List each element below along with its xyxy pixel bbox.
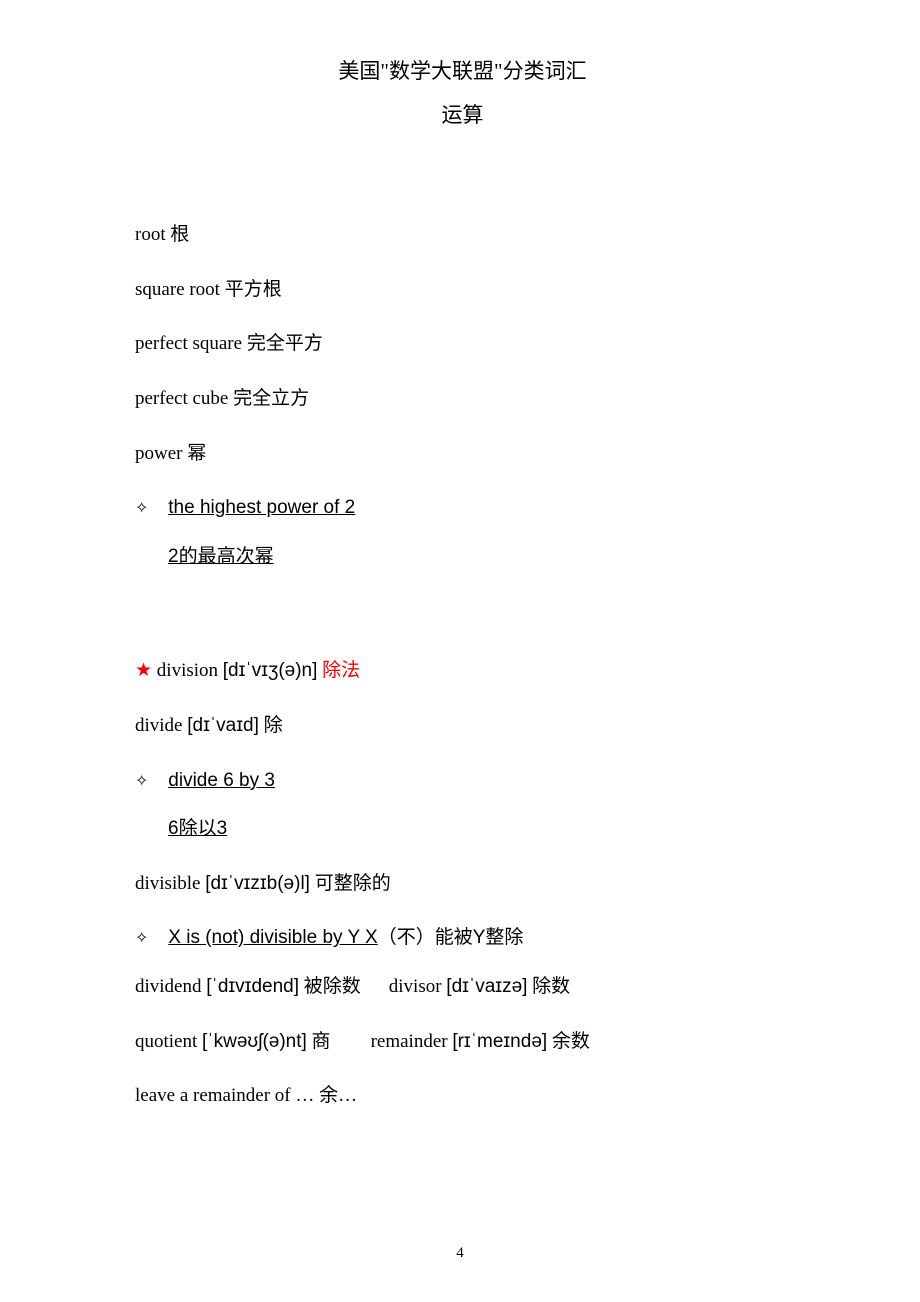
divisor-phonetic: [dɪˈvaɪzə] — [446, 976, 527, 997]
example-highest-power: ✧ the highest power of 2 — [135, 495, 790, 522]
vocab-square-root: square root 平方根 — [135, 277, 790, 304]
example-text-cn: （不）能被Y整除 — [378, 927, 524, 948]
example-translation: 2的最高次幂 — [168, 546, 274, 567]
document-header: 美国"数学大联盟"分类词汇 运算 — [135, 55, 790, 132]
divisor-en: divisor — [389, 976, 447, 997]
term-cn: 完全立方 — [228, 388, 309, 409]
remainder-en: remainder — [371, 1031, 453, 1052]
example-divide-cn: 6除以3 — [135, 816, 790, 843]
term-phonetic: [dɪˈvaɪd] — [187, 715, 259, 736]
vocab-perfect-cube: perfect cube 完全立方 — [135, 386, 790, 413]
vocab-divide: divide [dɪˈvaɪd] 除 — [135, 713, 790, 740]
term-phonetic: [dɪˈvɪzɪb(ə)l] — [205, 873, 310, 894]
vocab-power: power 幂 — [135, 441, 790, 468]
term-en: leave a remainder of … — [135, 1085, 314, 1106]
topic-phonetic: [dɪˈvɪʒ(ə)n] — [223, 660, 318, 681]
topic-division: ★ division [dɪˈvɪʒ(ə)n] 除法 — [135, 658, 790, 685]
term-cn: 根 — [166, 224, 190, 245]
remainder-cn: 余数 — [547, 1031, 590, 1052]
topic-en: division — [157, 660, 223, 681]
dividend-en: dividend — [135, 976, 206, 997]
diamond-icon: ✧ — [135, 771, 163, 793]
term-en: root — [135, 224, 166, 245]
term-cn: 除 — [259, 715, 283, 736]
quotient-cn: 商 — [307, 1031, 331, 1052]
example-text: the highest power of 2 — [168, 497, 355, 518]
topic-cn: 除法 — [317, 660, 360, 681]
remainder-phonetic: [rɪˈmeɪndə] — [452, 1031, 547, 1052]
document-body: root 根 square root 平方根 perfect square 完全… — [135, 222, 790, 1110]
example-text: divide 6 by 3 — [168, 770, 275, 791]
example-divisible-by: ✧ X is (not) divisible by Y X（不）能被Y整除 — [135, 925, 790, 952]
diamond-icon: ✧ — [135, 928, 163, 950]
divisor-cn: 除数 — [527, 976, 570, 997]
term-en: divisible — [135, 873, 205, 894]
vocab-quotient-remainder: quotient [ˈkwəʊʃ(ə)nt] 商 remainder [rɪˈme… — [135, 1029, 790, 1056]
vocab-dividend-divisor: dividend [ˈdɪvɪdend] 被除数 divisor [dɪˈvaɪz… — [135, 974, 790, 1001]
header-title: 美国"数学大联盟"分类词汇 — [135, 55, 790, 89]
example-highest-power-cn: 2的最高次幂 — [135, 544, 790, 571]
term-en: divide — [135, 715, 187, 736]
term-en: perfect square — [135, 333, 242, 354]
example-text-a: X is (not) divisible by Y — [168, 927, 360, 948]
vocab-divisible: divisible [dɪˈvɪzɪb(ə)l] 可整除的 — [135, 871, 790, 898]
vocab-leave-remainder: leave a remainder of … 余… — [135, 1083, 790, 1110]
term-cn: 平方根 — [220, 279, 282, 300]
term-cn: 可整除的 — [310, 873, 391, 894]
example-divide: ✧ divide 6 by 3 — [135, 768, 790, 795]
diamond-icon: ✧ — [135, 498, 163, 520]
example-text-b: X — [360, 927, 378, 948]
term-en: power — [135, 443, 182, 464]
term-en: square root — [135, 279, 220, 300]
term-cn: 幂 — [182, 443, 206, 464]
star-icon: ★ — [135, 660, 157, 681]
vocab-perfect-square: perfect square 完全平方 — [135, 331, 790, 358]
example-translation: 6除以3 — [168, 818, 227, 839]
dividend-cn: 被除数 — [299, 976, 361, 997]
term-en: perfect cube — [135, 388, 228, 409]
header-subtitle: 运算 — [135, 99, 790, 133]
term-cn: 余… — [314, 1085, 357, 1106]
dividend-phonetic: [ˈdɪvɪdend] — [206, 976, 299, 997]
page-number: 4 — [0, 1245, 920, 1262]
term-cn: 完全平方 — [242, 333, 323, 354]
quotient-en: quotient — [135, 1031, 202, 1052]
vocab-root: root 根 — [135, 222, 790, 249]
quotient-phonetic: [ˈkwəʊʃ(ə)nt] — [202, 1031, 307, 1052]
